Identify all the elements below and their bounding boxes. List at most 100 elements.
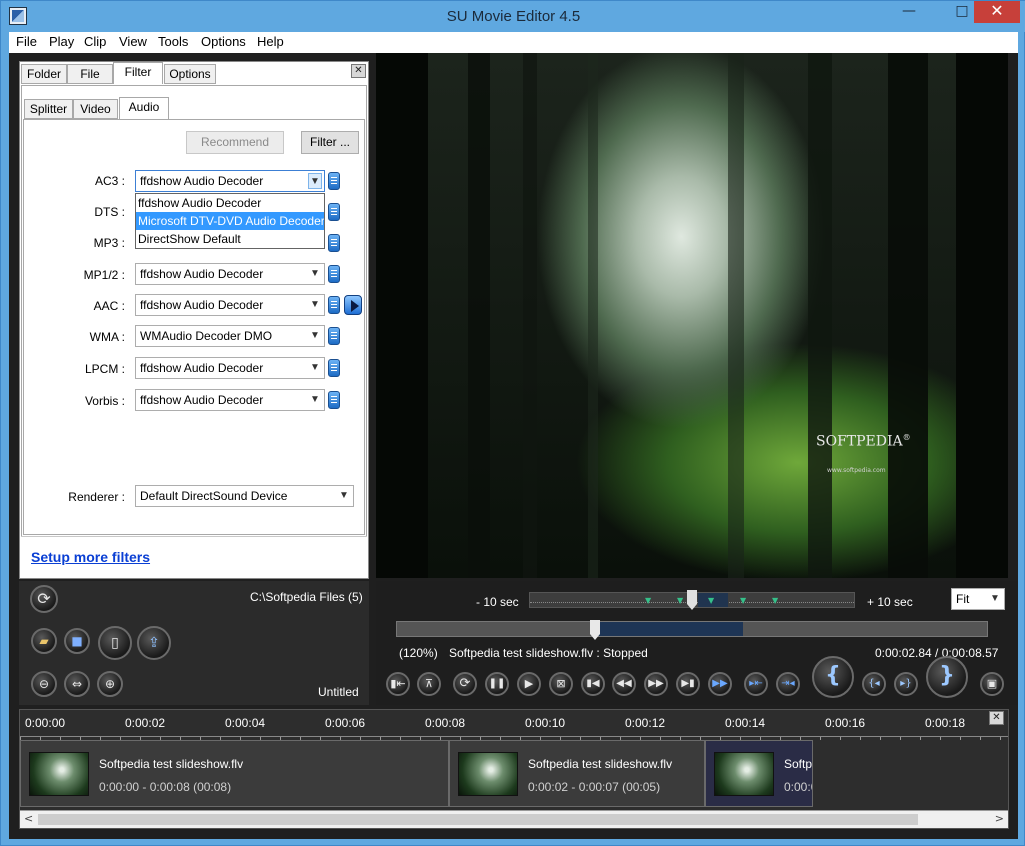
zoom-in-button[interactable]: ⊕ <box>97 671 123 697</box>
jump-out-icon: ⇥◂ <box>781 678 795 689</box>
timeline-clip[interactable]: Softpedia test slideshow.flv 0:00:02 - 0… <box>449 740 705 807</box>
marker-icon: ▼ <box>772 596 779 605</box>
prev-mark-button[interactable]: {◂ <box>862 672 886 696</box>
skip-back-icon: ▮◀ <box>586 678 600 689</box>
filter-button[interactable]: Filter ... <box>301 131 359 154</box>
tab-splitter[interactable]: Splitter <box>24 99 73 119</box>
seek-back-label: - 10 sec <box>476 595 519 609</box>
ruler-label: 0:00:06 <box>325 716 366 730</box>
fullscreen-button[interactable]: ▣ <box>980 672 1004 696</box>
ac3-select[interactable]: ffdshow Audio Decoder ▼ <box>135 170 325 192</box>
tab-options[interactable]: Options <box>164 64 216 84</box>
mp12-label: MP1/2 : <box>83 268 125 282</box>
jog-slider[interactable]: ▼ ▼ ▼ ▼ ▼ <box>529 590 855 610</box>
zoom-percent: (120%) <box>399 646 438 660</box>
step-forward-button[interactable]: ▶▶ <box>644 672 668 696</box>
watermark-reg: ® <box>902 433 911 442</box>
menu-view[interactable]: View <box>119 34 147 49</box>
menu-clip[interactable]: Clip <box>84 34 106 49</box>
aac-value: ffdshow Audio Decoder <box>140 298 264 312</box>
loop-button[interactable]: ⟳ <box>453 672 477 696</box>
aac-config-icon[interactable] <box>328 296 340 314</box>
tab-audio[interactable]: Audio <box>119 97 169 119</box>
skip-forward-icon: ▶▮ <box>681 678 695 689</box>
mp12-config-icon[interactable] <box>328 265 340 283</box>
go-end-button[interactable]: ▶▮ <box>676 672 700 696</box>
refresh-button[interactable]: ⟳ <box>30 585 58 613</box>
clip-thumbnail <box>458 752 518 796</box>
tab-folder[interactable]: Folder <box>21 64 67 84</box>
video-preview[interactable]: SOFTPEDIA® www.softpedia.com <box>376 53 1008 578</box>
marker-icon: ▼ <box>645 596 652 605</box>
chevron-down-icon: ▼ <box>308 173 322 189</box>
next-clip-button[interactable]: ▶▶ <box>708 672 732 696</box>
menu-file[interactable]: File <box>16 34 37 49</box>
vorbis-select[interactable]: ffdshow Audio Decoder ▼ <box>135 389 325 411</box>
snapshot-button[interactable]: ⊼ <box>417 672 441 696</box>
dropdown-option-selected[interactable]: Microsoft DTV-DVD Audio Decoder <box>136 212 324 230</box>
zoom-select[interactable]: Fit ▼ <box>951 588 1005 610</box>
mark-in-jump-button[interactable]: ▸⇤ <box>744 672 768 696</box>
scroll-right-icon[interactable]: > <box>995 812 1004 825</box>
mark-in-button[interactable]: { <box>812 656 854 698</box>
marker-icon: ▼ <box>677 596 684 605</box>
step-back-button[interactable]: ◀◀ <box>612 672 636 696</box>
aac-select[interactable]: ffdshow Audio Decoder ▼ <box>135 294 325 316</box>
play-button[interactable]: ▶ <box>517 672 541 696</box>
renderer-value: Default DirectSound Device <box>140 489 288 503</box>
scroll-thumb[interactable] <box>38 814 918 825</box>
ac3-config-icon[interactable] <box>328 172 340 190</box>
jog-thumb[interactable] <box>687 590 697 610</box>
aac-play-icon[interactable] <box>344 295 362 315</box>
menu-tools[interactable]: Tools <box>158 34 188 49</box>
open-folder-button[interactable]: ▰ <box>31 628 57 654</box>
panel-close-icon[interactable]: ✕ <box>351 64 366 78</box>
timeline-close-icon[interactable]: ✕ <box>989 711 1004 725</box>
timeline-clip-selected[interactable]: Softpedia test slideshow.flv 0:00:00 - 0… <box>705 740 813 807</box>
split-button[interactable]: ▮⇤ <box>386 672 410 696</box>
timeline-clip[interactable]: Softpedia test slideshow.flv 0:00:00 - 0… <box>20 740 449 807</box>
setup-filters-link[interactable]: Setup more filters <box>31 549 150 565</box>
go-start-button[interactable]: ▮◀ <box>581 672 605 696</box>
minimize-button[interactable]: — <box>886 1 932 23</box>
wma-select[interactable]: WMAudio Decoder DMO ▼ <box>135 325 325 347</box>
pause-icon: ❚❚ <box>488 678 506 689</box>
new-project-button[interactable]: ▯ <box>98 626 132 660</box>
close-button[interactable]: ✕ <box>974 1 1020 23</box>
pause-button[interactable]: ❚❚ <box>485 672 509 696</box>
stop-icon: ⊠ <box>556 677 566 690</box>
playback-status: Softpedia test slideshow.flv : Stopped <box>449 646 648 660</box>
timeline-scrollbar[interactable]: < > <box>20 810 1008 828</box>
dropdown-option[interactable]: DirectShow Default <box>136 230 324 248</box>
clip-name: Softpedia test slideshow.flv <box>528 757 673 771</box>
title-bar[interactable]: SU Movie Editor 4.5 — □ ✕ <box>1 1 1025 32</box>
lpcm-select[interactable]: ffdshow Audio Decoder ▼ <box>135 357 325 379</box>
menu-play[interactable]: Play <box>49 34 74 49</box>
dropdown-option[interactable]: ffdshow Audio Decoder <box>136 194 324 212</box>
mp3-config-icon[interactable] <box>328 234 340 252</box>
wma-config-icon[interactable] <box>328 327 340 345</box>
tab-video[interactable]: Video <box>73 99 118 119</box>
tab-filter[interactable]: Filter <box>113 62 163 84</box>
mp12-select[interactable]: ffdshow Audio Decoder ▼ <box>135 263 325 285</box>
next-mark-button[interactable]: ▸} <box>894 672 918 696</box>
recommend-button[interactable]: Recommend <box>186 131 284 154</box>
zoom-out-button[interactable]: ⊖ <box>31 671 57 697</box>
export-button[interactable]: ⇪ <box>137 626 171 660</box>
scroll-left-icon[interactable]: < <box>24 812 33 825</box>
play-icon: ▶ <box>524 677 534 690</box>
folder-icon: ▰ <box>39 634 49 648</box>
mark-out-button[interactable]: } <box>926 656 968 698</box>
fit-timeline-button[interactable]: ⇔ <box>64 671 90 697</box>
menu-help[interactable]: Help <box>257 34 284 49</box>
lpcm-config-icon[interactable] <box>328 359 340 377</box>
stop-button[interactable]: ⊠ <box>549 672 573 696</box>
vorbis-config-icon[interactable] <box>328 391 340 409</box>
menu-options[interactable]: Options <box>201 34 246 49</box>
position-slider[interactable] <box>396 620 988 640</box>
dts-config-icon[interactable] <box>328 203 340 221</box>
tab-file[interactable]: File <box>67 64 113 84</box>
mark-out-jump-button[interactable]: ⇥◂ <box>776 672 800 696</box>
save-button[interactable]: ■ <box>64 628 90 654</box>
renderer-select[interactable]: Default DirectSound Device ▼ <box>135 485 354 507</box>
